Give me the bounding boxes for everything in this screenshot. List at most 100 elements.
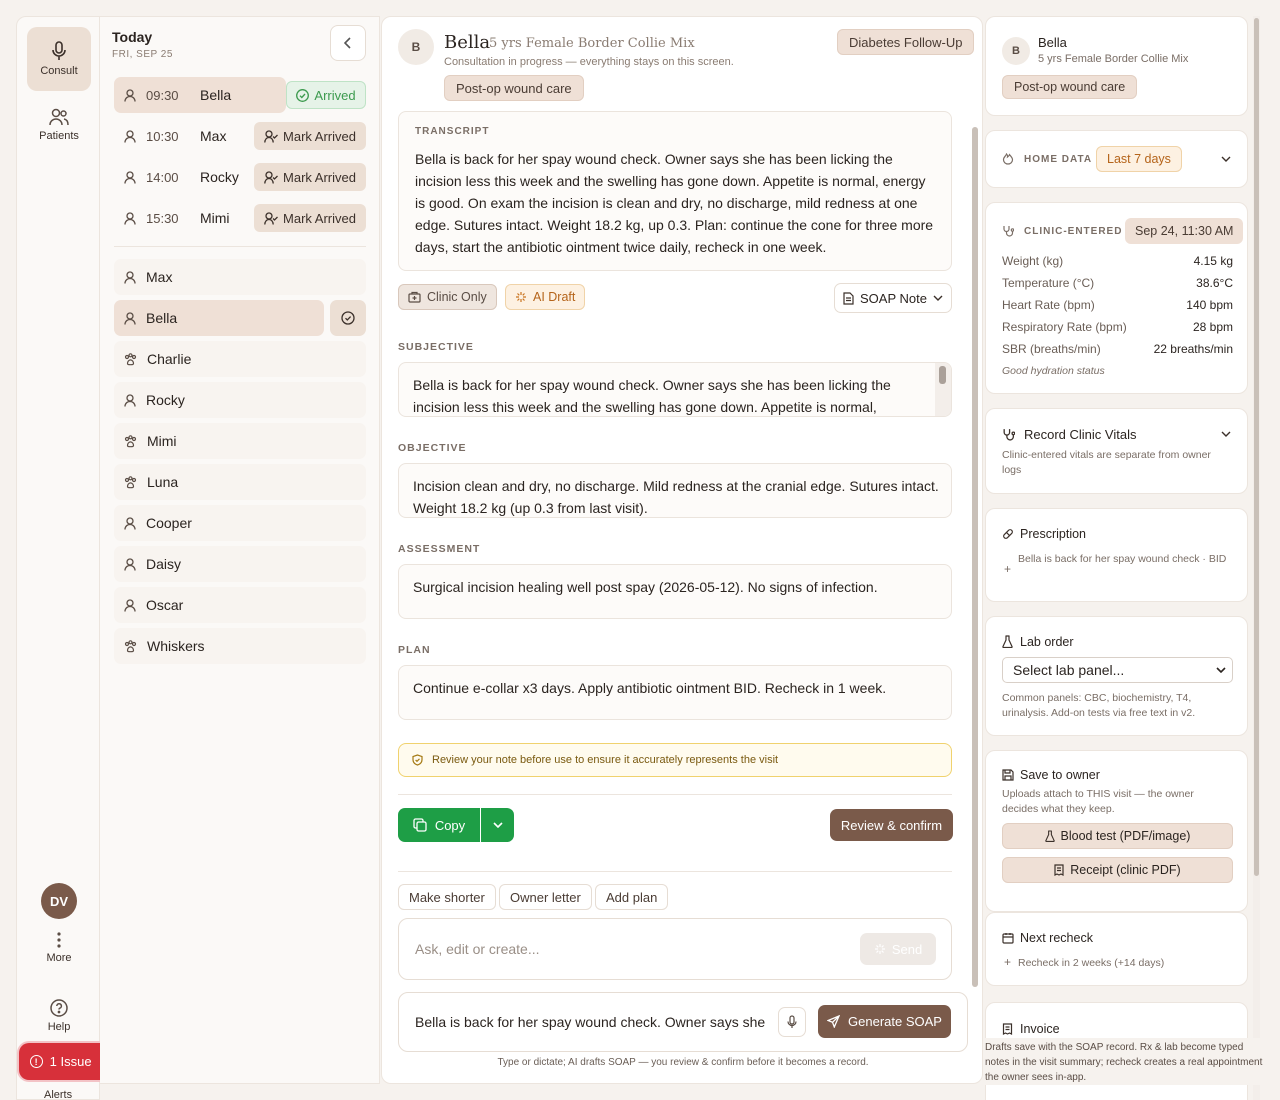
ask-input-placeholder[interactable]: Ask, edit or create... <box>415 941 540 957</box>
scrollbar-thumb[interactable] <box>972 127 978 987</box>
assessment-label: ASSESSMENT <box>398 543 481 555</box>
patient-name: Charlie <box>147 351 192 367</box>
record-vitals-subtitle: Clinic-entered vitals are separate from … <box>1002 449 1211 476</box>
nav-help[interactable]: Help <box>27 991 91 1041</box>
vital-value: 22 breaths/min <box>1153 342 1233 356</box>
subjective-label: SUBJECTIVE <box>398 341 474 353</box>
plus-icon: + <box>1004 955 1012 969</box>
assessment-field[interactable]: Surgical incision healing well post spay… <box>398 564 952 619</box>
patient-item[interactable]: Bella <box>114 300 324 336</box>
patient-item[interactable]: Mimi <box>114 423 366 459</box>
record-vitals-card[interactable]: Record Clinic Vitals Clinic-entered vita… <box>985 408 1248 494</box>
patient-item[interactable]: Max <box>114 259 366 295</box>
hospital-icon <box>408 291 421 303</box>
nav-consult-label: Consult <box>40 65 78 77</box>
patient-item[interactable]: Daisy <box>114 546 366 582</box>
plan-text: Continue e-collar x3 days. Apply antibio… <box>413 680 887 696</box>
microphone-button[interactable] <box>778 1007 806 1037</box>
clinic-vitals-card: CLINIC-ENTERED Sep 24, 11:30 AM Weight (… <box>985 202 1248 394</box>
appointment-name: Max <box>200 128 227 144</box>
paw-icon <box>124 352 137 366</box>
users-icon <box>49 108 69 126</box>
home-data-card[interactable]: HOME DATA Last 7 days <box>985 130 1248 188</box>
subjective-field[interactable]: Bella is back for her spay wound check. … <box>398 362 952 417</box>
dictation-box[interactable]: Bella is back for her spay wound check. … <box>398 992 968 1052</box>
note-type-select[interactable]: SOAP Note <box>834 283 952 313</box>
side-scrollbar-thumb[interactable] <box>1254 18 1259 876</box>
dictation-input[interactable]: Bella is back for her spay wound check. … <box>415 1014 773 1030</box>
copy-options-button[interactable] <box>481 808 514 842</box>
plan-field[interactable]: Continue e-collar x3 days. Apply antibio… <box>398 665 952 720</box>
patient-name: Oscar <box>146 597 184 613</box>
left-rail: Consult Patients DV More Help <box>16 16 100 1100</box>
transcript-label: TRANSCRIPT <box>415 126 490 137</box>
stethoscope-icon <box>1002 225 1014 237</box>
mark-arrived-label: Mark Arrived <box>283 169 356 185</box>
pill-icon <box>1002 528 1014 540</box>
home-data-range[interactable]: Last 7 days <box>1096 146 1182 172</box>
save-to-owner-title: Save to owner <box>1020 768 1100 782</box>
review-confirm-button[interactable]: Review & confirm <box>830 809 953 841</box>
patient-item[interactable]: Whiskers <box>114 628 366 664</box>
patient-item[interactable]: Charlie <box>114 341 366 377</box>
copy-button[interactable]: Copy <box>398 808 480 842</box>
nav-consult[interactable]: Consult <box>27 27 91 91</box>
mark-arrived-label: Mark Arrived <box>283 128 356 144</box>
next-recheck-item[interactable]: Recheck in 2 weeks (+14 days) <box>1018 956 1164 971</box>
objective-field[interactable]: Incision clean and dry, no discharge. Mi… <box>398 463 952 518</box>
user-avatar[interactable]: DV <box>41 883 77 919</box>
clinic-only-tag[interactable]: Clinic Only <box>398 284 497 310</box>
clinic-entered-date: Sep 24, 11:30 AM <box>1125 218 1244 244</box>
appointment-name: Mimi <box>200 210 230 226</box>
microphone-icon <box>787 1015 797 1029</box>
quick-action-add-plan[interactable]: Add plan <box>595 884 669 910</box>
patient-item[interactable]: Cooper <box>114 505 366 541</box>
generate-soap-label: Generate SOAP <box>848 1014 942 1029</box>
paw-icon <box>124 639 137 653</box>
mark-arrived-button[interactable]: Mark Arrived <box>254 163 366 191</box>
pet-description: 5 yrs Female Border Collie Mix <box>489 36 695 51</box>
appointment-row[interactable]: 09:30 Bella <box>114 77 286 113</box>
plus-icon: + <box>1004 562 1012 576</box>
vital-row: Respiratory Rate (bpm) 28 bpm <box>1002 320 1233 334</box>
quick-action-owner-letter[interactable]: Owner letter <box>499 884 592 910</box>
generate-soap-button[interactable]: Generate SOAP <box>818 1005 951 1038</box>
side-bottom-note: Drafts save with the SOAP record. Rx & l… <box>985 1038 1263 1085</box>
nav-more[interactable]: More <box>27 923 91 973</box>
mark-arrived-button[interactable]: Mark Arrived <box>254 204 366 232</box>
ask-box[interactable]: Ask, edit or create... Send <box>398 918 952 980</box>
ai-draft-tag[interactable]: AI Draft <box>505 284 586 310</box>
review-warning-text: Review your note before use to ensure it… <box>432 754 779 766</box>
patient-item[interactable]: Oscar <box>114 587 366 623</box>
nav-patients[interactable]: Patients <box>27 93 91 157</box>
prescription-item[interactable]: Bella is back for her spay wound check ·… <box>1018 552 1228 567</box>
upload-receipt-button[interactable]: Receipt (clinic PDF) <box>1002 857 1233 883</box>
vital-row: Weight (kg) 4.15 kg <box>1002 254 1233 268</box>
vital-value: 38.6°C <box>1196 276 1233 290</box>
vital-row: Heart Rate (bpm) 140 bpm <box>1002 298 1233 312</box>
appointment-time: 09:30 <box>146 87 179 103</box>
appointment-name: Rocky <box>200 169 239 185</box>
quick-action-make-shorter[interactable]: Make shorter <box>398 884 496 910</box>
help-icon <box>50 999 68 1017</box>
vital-name: Respiratory Rate (bpm) <box>1002 320 1127 334</box>
shield-icon <box>412 754 423 766</box>
lab-panel-select[interactable]: Select lab panel... <box>1002 657 1233 683</box>
upload-blood-test-button[interactable]: Blood test (PDF/image) <box>1002 823 1233 849</box>
mark-arrived-button[interactable]: Mark Arrived <box>254 122 366 150</box>
visit-type-badge: Diabetes Follow-Up <box>837 29 975 55</box>
clinic-only-label: Clinic Only <box>427 290 487 304</box>
clinic-entered-label: CLINIC-ENTERED <box>1024 226 1123 237</box>
patient-item[interactable]: Luna <box>114 464 366 500</box>
appointment-time: 14:00 <box>146 169 179 185</box>
assessment-text: Surgical incision healing well post spay… <box>413 579 878 595</box>
chevron-down-icon <box>1221 431 1231 437</box>
patient-confirm-button[interactable] <box>330 300 366 336</box>
send-button[interactable]: Send <box>860 933 936 965</box>
field-scrollbar-thumb[interactable] <box>939 366 946 384</box>
patient-item[interactable]: Rocky <box>114 382 366 418</box>
mark-arrived-label: Mark Arrived <box>283 210 356 226</box>
vital-row: Temperature (°C) 38.6°C <box>1002 276 1233 290</box>
consult-status: Consultation in progress — everything st… <box>444 56 734 68</box>
collapse-panel-button[interactable] <box>330 25 366 61</box>
